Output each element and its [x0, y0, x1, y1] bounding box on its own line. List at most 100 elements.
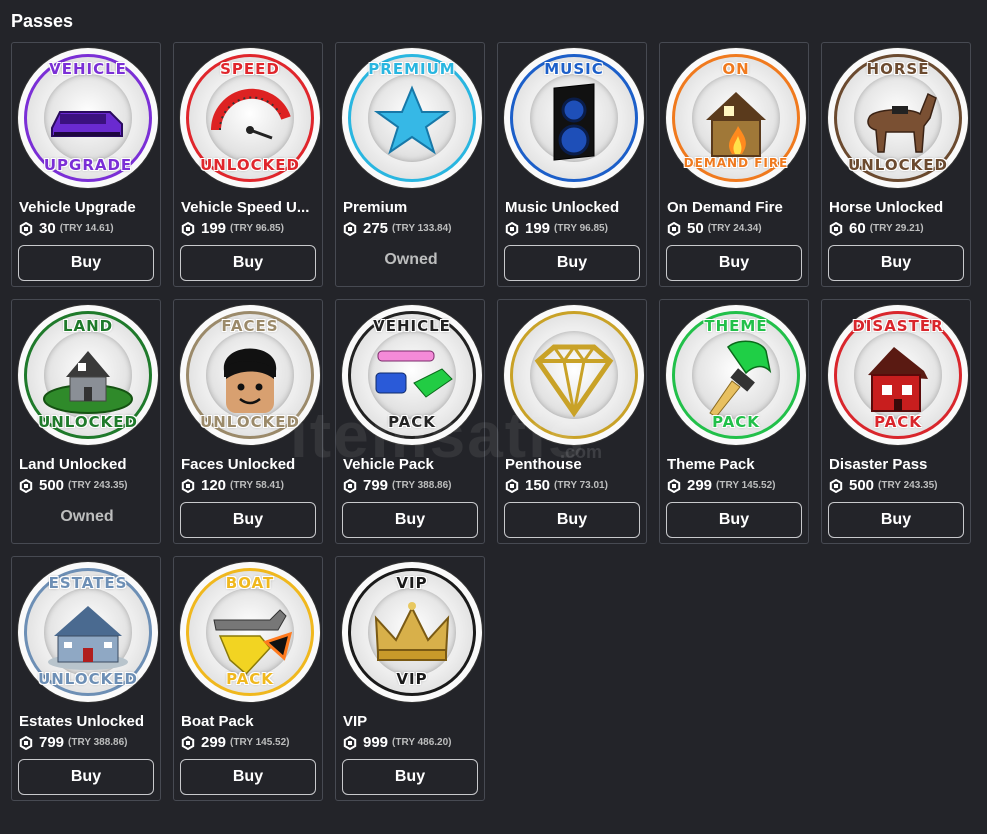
- buy-button[interactable]: Buy: [666, 502, 802, 538]
- pass-card[interactable]: FACES UNLOCKED Faces Unlocked 120 (TRY 58.41…: [173, 299, 323, 544]
- buy-button[interactable]: Buy: [180, 502, 316, 538]
- pass-name[interactable]: Faces Unlocked: [181, 456, 319, 473]
- pass-badge-image[interactable]: VEHICLE UPGRADE: [18, 48, 158, 188]
- pass-card[interactable]: LAND UNLOCKED Land Unlocked 500 (TRY 243.35)…: [11, 299, 161, 544]
- buy-button[interactable]: Buy: [18, 245, 154, 281]
- pass-badge-image[interactable]: FACES UNLOCKED: [180, 305, 320, 445]
- pass-card[interactable]: MUSIC Music Unlocked 199 (TRY 96.85) Buy: [497, 42, 647, 287]
- buy-button[interactable]: Buy: [180, 245, 316, 281]
- badge-top-text: DISASTER: [852, 317, 944, 335]
- pass-card[interactable]: PREMIUM Premium 275 (TRY 133.84) Owned: [335, 42, 485, 287]
- buy-button[interactable]: Buy: [504, 245, 640, 281]
- pass-badge-image[interactable]: THEME PACK: [666, 305, 806, 445]
- pass-name[interactable]: Disaster Pass: [829, 456, 967, 473]
- badge-bottom-text: PACK: [874, 413, 922, 431]
- try-price: (TRY 388.86): [392, 480, 452, 491]
- pass-badge-image[interactable]: ON DEMAND FIRE: [666, 48, 806, 188]
- owned-label: Owned: [384, 251, 438, 268]
- pass-badge-image[interactable]: SPEED UNLOCKED: [180, 48, 320, 188]
- robux-price: 999: [363, 734, 389, 751]
- robux-icon: [505, 221, 519, 236]
- robux-price: 50: [687, 220, 704, 237]
- buy-button[interactable]: Buy: [666, 245, 802, 281]
- buy-button[interactable]: Buy: [828, 245, 964, 281]
- pass-badge-image[interactable]: VEHICLE PACK: [342, 305, 482, 445]
- pass-name[interactable]: Horse Unlocked: [829, 199, 967, 216]
- pass-name[interactable]: VIP: [343, 713, 481, 730]
- robux-price: 120: [201, 477, 227, 494]
- pass-card[interactable]: BOAT PACK Boat Pack 299 (TRY 145.52) Buy: [173, 556, 323, 801]
- pass-card[interactable]: DISASTER PACK Disaster Pass 500 (TRY 243.35)…: [821, 299, 971, 544]
- pass-name[interactable]: Estates Unlocked: [19, 713, 157, 730]
- pass-card[interactable]: VEHICLE PACK Vehicle Pack 799 (TRY 388.86) Bu…: [335, 299, 485, 544]
- badge-top-text: FACES: [221, 317, 279, 335]
- badge-top-text: PREMIUM: [368, 60, 456, 78]
- pass-name[interactable]: Boat Pack: [181, 713, 319, 730]
- badge-bottom-text: PACK: [712, 413, 760, 431]
- pass-card[interactable]: VIP VIP VIP 999 (TRY 486.20) Buy: [335, 556, 485, 801]
- pass-name[interactable]: On Demand Fire: [667, 199, 805, 216]
- badge-top-text: MUSIC: [544, 60, 604, 78]
- badge-bottom-text: UNLOCKED: [848, 156, 948, 174]
- price-row: 199 (TRY 96.85): [181, 220, 284, 237]
- try-price: (TRY 96.85): [230, 223, 284, 234]
- robux-price: 500: [849, 477, 875, 494]
- try-price: (TRY 96.85): [554, 223, 608, 234]
- buy-button[interactable]: Buy: [18, 759, 154, 795]
- pass-badge-image[interactable]: LAND UNLOCKED: [18, 305, 158, 445]
- pass-card[interactable]: ESTATES UNLOCKED Estates Unlocked 799 (TRY 3…: [11, 556, 161, 801]
- try-price: (TRY 29.21): [869, 223, 924, 234]
- pass-card[interactable]: Penthouse 150 (TRY 73.01) Buy: [497, 299, 647, 544]
- badge-bottom-text: UNLOCKED: [38, 670, 138, 688]
- pass-name[interactable]: Premium: [343, 199, 481, 216]
- badge-top-text: HORSE: [866, 60, 930, 78]
- price-row: 50 (TRY 24.34): [667, 220, 762, 237]
- robux-icon: [181, 221, 195, 236]
- try-price: (TRY 145.52): [716, 480, 776, 491]
- pass-badge-image[interactable]: DISASTER PACK: [828, 305, 968, 445]
- pass-badge-image[interactable]: MUSIC: [504, 48, 644, 188]
- robux-price: 799: [363, 477, 389, 494]
- try-price: (TRY 243.35): [68, 480, 128, 491]
- badge-bottom-text: UNLOCKED: [38, 413, 138, 431]
- price-row: 999 (TRY 486.20): [343, 734, 452, 751]
- robux-price: 60: [849, 220, 866, 237]
- robux-icon: [667, 221, 681, 236]
- pass-name[interactable]: Land Unlocked: [19, 456, 157, 473]
- price-row: 500 (TRY 243.35): [19, 477, 128, 494]
- buy-button[interactable]: Buy: [342, 502, 478, 538]
- pass-card[interactable]: SPEED UNLOCKED Vehicle Speed U... 199 (TRY 9…: [173, 42, 323, 287]
- pass-badge-image[interactable]: ESTATES UNLOCKED: [18, 562, 158, 702]
- pass-badge-image[interactable]: [504, 305, 644, 445]
- pass-name[interactable]: Music Unlocked: [505, 199, 643, 216]
- pass-card[interactable]: ON DEMAND FIRE On Demand Fire 50 (TRY 24.34)…: [659, 42, 809, 287]
- pass-card[interactable]: THEME PACK Theme Pack 299 (TRY 145.52) Buy: [659, 299, 809, 544]
- pass-name[interactable]: Vehicle Speed U...: [181, 199, 319, 216]
- buy-button[interactable]: Buy: [828, 502, 964, 538]
- pass-card[interactable]: VEHICLE UPGRADE Vehicle Upgrade 30 (TRY 14.6…: [11, 42, 161, 287]
- buy-button[interactable]: Buy: [342, 759, 478, 795]
- pass-name[interactable]: Vehicle Upgrade: [19, 199, 157, 216]
- buy-button[interactable]: Buy: [180, 759, 316, 795]
- pass-card[interactable]: HORSE UNLOCKED Horse Unlocked 60 (TRY 29.21)…: [821, 42, 971, 287]
- pass-badge-image[interactable]: HORSE UNLOCKED: [828, 48, 968, 188]
- pass-name[interactable]: Vehicle Pack: [343, 456, 481, 473]
- pass-badge-image[interactable]: PREMIUM: [342, 48, 482, 188]
- pass-badge-image[interactable]: VIP VIP: [342, 562, 482, 702]
- pass-name[interactable]: Penthouse: [505, 456, 643, 473]
- badge-bottom-text: VIP: [396, 670, 428, 688]
- robux-price: 275: [363, 220, 389, 237]
- robux-price: 799: [39, 734, 65, 751]
- price-row: 199 (TRY 96.85): [505, 220, 608, 237]
- robux-icon: [505, 478, 519, 493]
- pass-name[interactable]: Theme Pack: [667, 456, 805, 473]
- section-title: Passes: [11, 11, 74, 31]
- robux-icon: [343, 221, 357, 236]
- pass-badge-image[interactable]: BOAT PACK: [180, 562, 320, 702]
- badge-top-text: LAND: [62, 317, 114, 335]
- owned-label: Owned: [60, 508, 114, 525]
- badge-top-text: THEME: [704, 317, 768, 335]
- buy-button[interactable]: Buy: [504, 502, 640, 538]
- badge-top-text: SPEED: [220, 60, 280, 78]
- robux-price: 299: [201, 734, 227, 751]
